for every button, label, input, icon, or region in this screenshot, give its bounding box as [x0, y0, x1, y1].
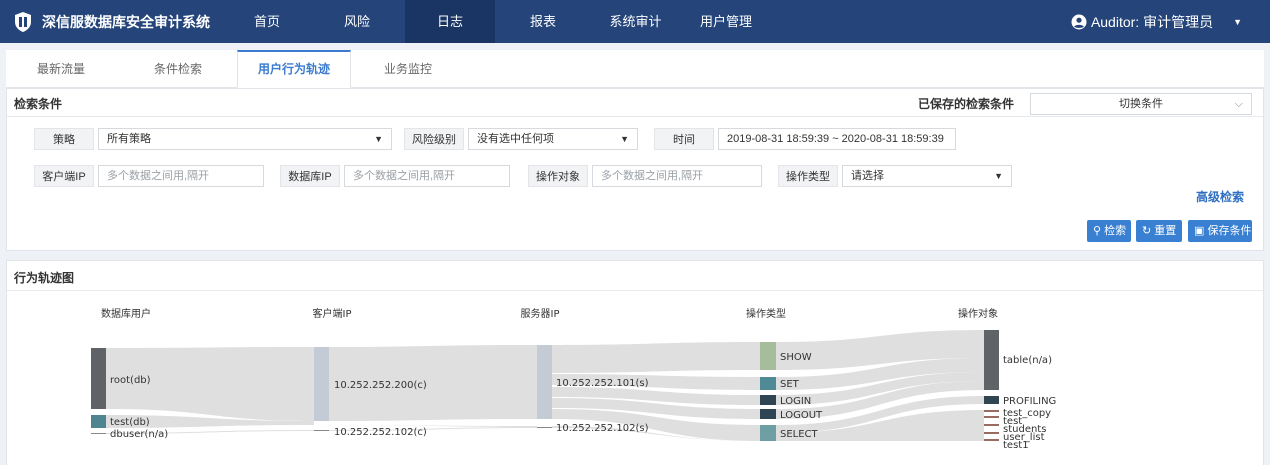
node-login[interactable] [760, 395, 776, 405]
node-label: PROFILING [1003, 396, 1056, 407]
node-set[interactable] [760, 377, 776, 390]
node-test[interactable] [984, 416, 999, 418]
node-students[interactable] [984, 424, 999, 426]
node-label: SET [780, 379, 800, 390]
node-label: 10.252.252.102(c) [334, 427, 427, 438]
node-dbuser[interactable] [91, 433, 106, 434]
sankey-diagram: 数据库用户 客户端IP 服务器IP 操作类型 操作对象 root(db) tes… [91, 307, 1056, 451]
node-test1[interactable] [984, 439, 999, 441]
node-client-ip-200[interactable] [314, 347, 329, 421]
node-label: test1 [1003, 440, 1029, 451]
node-profiling[interactable] [984, 396, 999, 404]
node-show[interactable] [760, 342, 776, 370]
node-label: 10.252.252.102(s) [556, 423, 649, 434]
node-client-ip-102[interactable] [314, 430, 329, 431]
node-logout[interactable] [760, 409, 776, 419]
column-header-client-ip: 客户端IP [313, 307, 352, 320]
column-header-db-user: 数据库用户 [101, 307, 151, 320]
node-label: LOGIN [780, 396, 811, 407]
node-label: root(db) [110, 375, 151, 386]
node-server-ip-101[interactable] [537, 345, 552, 419]
node-label: 10.252.252.101(s) [556, 378, 649, 389]
node-label: SELECT [780, 429, 819, 440]
node-test-db[interactable] [91, 415, 106, 428]
node-test-copy[interactable] [984, 410, 999, 412]
node-root-db[interactable] [91, 348, 106, 409]
column-header-op-object: 操作对象 [958, 307, 998, 320]
node-table[interactable] [984, 330, 999, 390]
node-user-list[interactable] [984, 432, 999, 434]
node-label: SHOW [780, 352, 812, 363]
column-header-op-type: 操作类型 [746, 307, 786, 320]
node-label: table(n/a) [1003, 355, 1052, 366]
node-label: 10.252.252.200(c) [334, 380, 427, 391]
link [552, 342, 760, 373]
node-label: dbuser(n/a) [110, 429, 168, 440]
node-server-ip-102[interactable] [537, 427, 552, 428]
node-label: test(db) [110, 417, 150, 428]
column-header-server-ip: 服务器IP [521, 307, 560, 320]
node-label: LOGOUT [780, 410, 823, 421]
node-select[interactable] [760, 425, 776, 441]
